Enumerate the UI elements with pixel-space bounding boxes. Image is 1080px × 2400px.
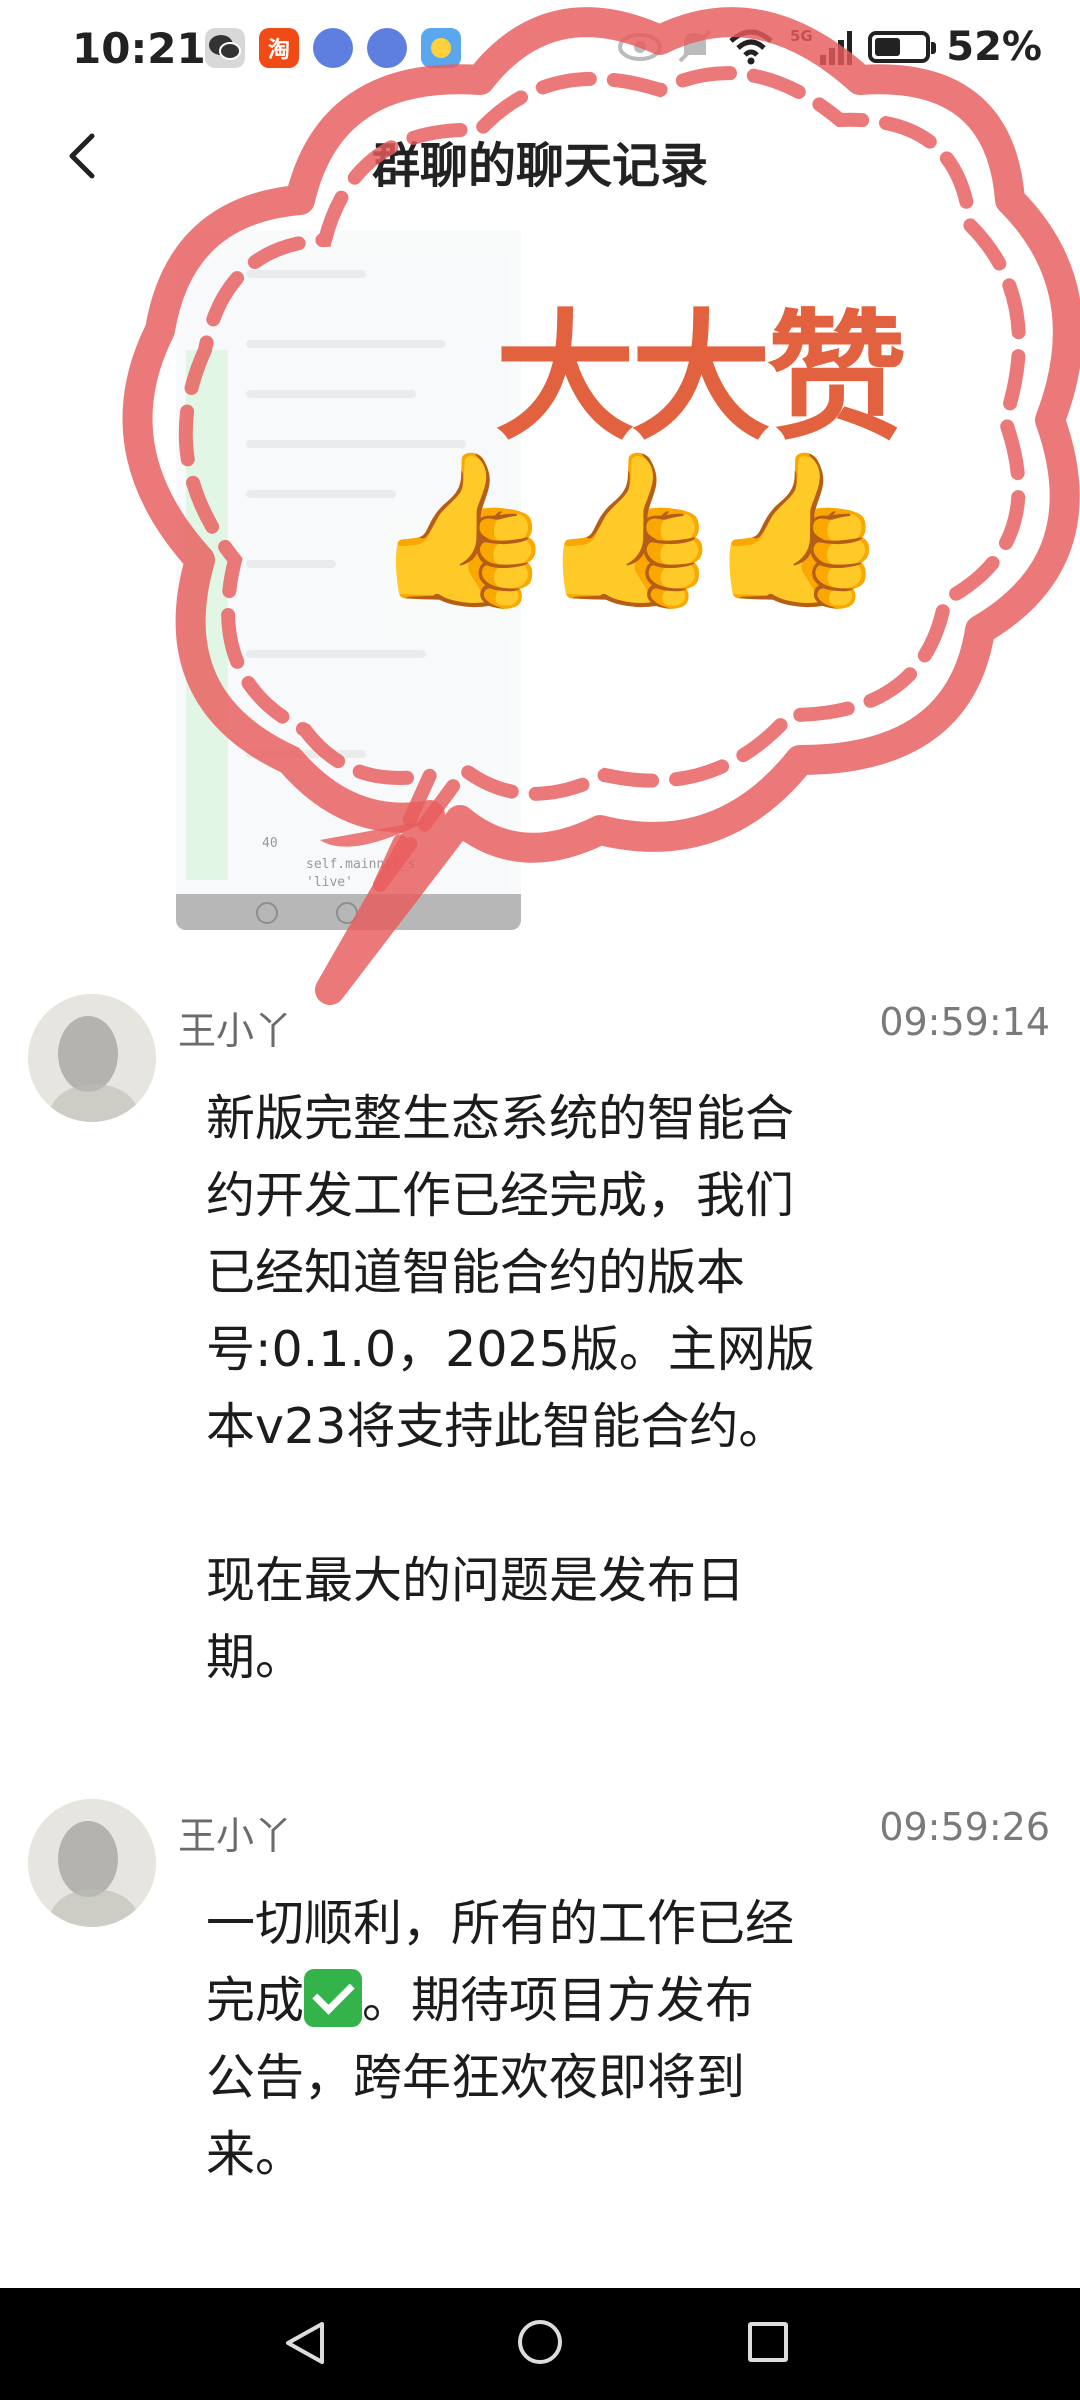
avatar[interactable] <box>28 994 156 1122</box>
diff-highlight <box>186 350 228 880</box>
avatar[interactable] <box>28 1799 156 1927</box>
status-right: 5G 52% <box>618 24 1042 70</box>
taobao-icon: 淘 <box>259 28 299 68</box>
chat-message: 王小丫 09:59:26 一切顺利，所有的工作已经 完成 。期待项目方发布 公告，… <box>0 1795 1080 2215</box>
wifi-icon <box>729 29 773 65</box>
battery-icon <box>868 31 937 63</box>
code-line-number: 40 <box>262 836 278 851</box>
system-nav-bar <box>0 2288 1080 2400</box>
thumbs-up-icon: 👍 <box>536 443 724 617</box>
app-circle-icon-2 <box>367 28 407 68</box>
weather-icon <box>421 28 461 68</box>
status-bar: 10:21 淘 5G 52% <box>0 0 1080 100</box>
app-circle-icon <box>313 28 353 68</box>
nav-recents-icon[interactable] <box>748 2322 788 2362</box>
sender-name: 王小丫 <box>178 1814 293 1858</box>
nav-header: 群聊的聊天记录 <box>0 100 1080 220</box>
nav-home-icon[interactable] <box>518 2320 562 2364</box>
status-app-icons: 淘 <box>205 28 461 68</box>
image-nav-bar <box>176 894 521 930</box>
sticker-caption: 大大赞 <box>495 297 907 460</box>
status-time: 10:21 <box>72 24 206 73</box>
eye-icon <box>618 33 663 61</box>
battery-percent: 52% <box>946 24 1042 70</box>
battery-fill <box>875 38 901 56</box>
network-type-label: 5G <box>790 27 813 45</box>
code-line: self.mainnet_s <box>306 857 416 872</box>
chat-message: 王小丫 09:59:14 新版完整生态系统的智能合 约开发工作已经完成，我们 已… <box>0 990 1080 1710</box>
page-title: 群聊的聊天记录 <box>371 138 708 194</box>
thumbs-up-icon: 👍 <box>703 443 891 617</box>
wechat-icon <box>205 28 245 68</box>
message-text: 新版完整生态系统的智能合 约开发工作已经完成，我们 已经知道智能合约的版本 号:… <box>206 1090 815 1686</box>
chat-image-screenshot[interactable]: 40 self.mainnet_s 'live' <box>176 230 521 930</box>
nav-back-icon[interactable] <box>282 2320 328 2366</box>
signal-icon: 5G <box>790 27 853 65</box>
code-snippet: self.mainnet_s 'live' <box>306 856 416 892</box>
message-time: 09:59:14 <box>879 1000 1050 1044</box>
message-time: 09:59:26 <box>879 1805 1050 1849</box>
check-mark-icon <box>304 1969 363 2027</box>
code-line: 'live' <box>306 875 353 890</box>
message-text: 一切顺利，所有的工作已经 完成 。期待项目方发布 公告，跨年狂欢夜即将到 来。 <box>206 1885 896 2193</box>
sender-name: 王小丫 <box>178 1009 293 1053</box>
mute-icon <box>678 29 712 63</box>
